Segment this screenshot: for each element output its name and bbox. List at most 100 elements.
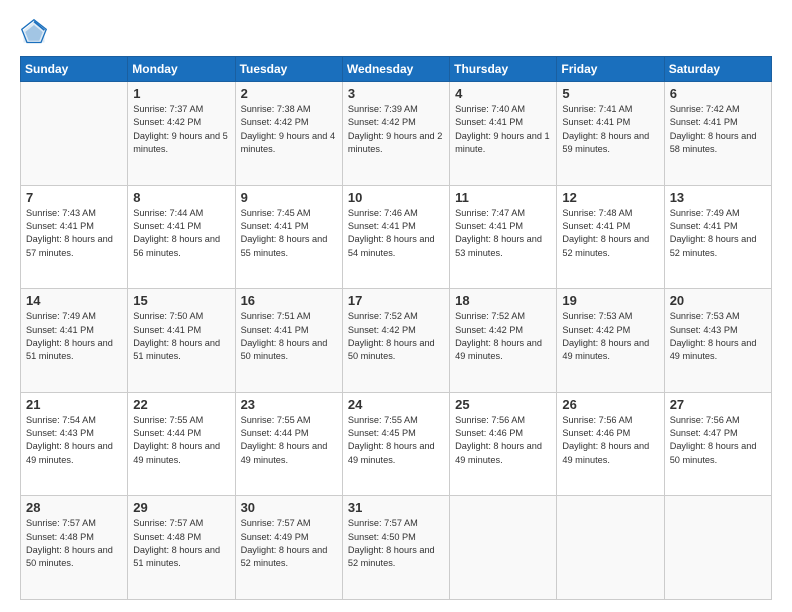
day-number: 14	[26, 293, 122, 308]
calendar-cell: 25 Sunrise: 7:56 AMSunset: 4:46 PMDayligh…	[450, 392, 557, 496]
calendar-cell: 27 Sunrise: 7:56 AMSunset: 4:47 PMDayligh…	[664, 392, 771, 496]
day-info: Sunrise: 7:53 AMSunset: 4:43 PMDaylight:…	[670, 310, 766, 363]
calendar-week-row: 14 Sunrise: 7:49 AMSunset: 4:41 PMDayligh…	[21, 289, 772, 393]
day-number: 12	[562, 190, 658, 205]
calendar-cell: 30 Sunrise: 7:57 AMSunset: 4:49 PMDayligh…	[235, 496, 342, 600]
calendar-cell: 22 Sunrise: 7:55 AMSunset: 4:44 PMDayligh…	[128, 392, 235, 496]
calendar-cell: 10 Sunrise: 7:46 AMSunset: 4:41 PMDayligh…	[342, 185, 449, 289]
day-number: 15	[133, 293, 229, 308]
top-section	[20, 18, 772, 46]
weekday-header-wednesday: Wednesday	[342, 57, 449, 82]
calendar-cell: 4Sunrise: 7:40 AMSunset: 4:41 PMDaylight…	[450, 82, 557, 186]
calendar-week-row: 21 Sunrise: 7:54 AMSunset: 4:43 PMDayligh…	[21, 392, 772, 496]
day-number: 30	[241, 500, 337, 515]
day-number: 31	[348, 500, 444, 515]
day-number: 16	[241, 293, 337, 308]
day-info: Sunrise: 7:39 AMSunset: 4:42 PMDaylight:…	[348, 103, 444, 156]
page: SundayMondayTuesdayWednesdayThursdayFrid…	[0, 0, 792, 612]
day-number: 29	[133, 500, 229, 515]
weekday-header-tuesday: Tuesday	[235, 57, 342, 82]
day-number: 17	[348, 293, 444, 308]
day-info: Sunrise: 7:41 AMSunset: 4:41 PMDaylight:…	[562, 103, 658, 156]
day-number: 23	[241, 397, 337, 412]
day-number: 3	[348, 86, 444, 101]
day-info: Sunrise: 7:47 AMSunset: 4:41 PMDaylight:…	[455, 207, 551, 260]
day-number: 22	[133, 397, 229, 412]
day-number: 21	[26, 397, 122, 412]
calendar-cell: 7Sunrise: 7:43 AMSunset: 4:41 PMDaylight…	[21, 185, 128, 289]
calendar-cell: 14 Sunrise: 7:49 AMSunset: 4:41 PMDayligh…	[21, 289, 128, 393]
day-info: Sunrise: 7:55 AMSunset: 4:44 PMDaylight:…	[133, 414, 229, 467]
day-info: Sunrise: 7:57 AMSunset: 4:49 PMDaylight:…	[241, 517, 337, 570]
day-info: Sunrise: 7:56 AMSunset: 4:46 PMDaylight:…	[455, 414, 551, 467]
day-number: 10	[348, 190, 444, 205]
day-info: Sunrise: 7:44 AMSunset: 4:41 PMDaylight:…	[133, 207, 229, 260]
day-info: Sunrise: 7:52 AMSunset: 4:42 PMDaylight:…	[455, 310, 551, 363]
calendar-week-row: 7Sunrise: 7:43 AMSunset: 4:41 PMDaylight…	[21, 185, 772, 289]
calendar-cell: 24Sunrise: 7:55 AMSunset: 4:45 PMDayligh…	[342, 392, 449, 496]
calendar-cell: 17Sunrise: 7:52 AMSunset: 4:42 PMDayligh…	[342, 289, 449, 393]
day-number: 2	[241, 86, 337, 101]
day-info: Sunrise: 7:53 AMSunset: 4:42 PMDaylight:…	[562, 310, 658, 363]
day-number: 9	[241, 190, 337, 205]
day-number: 26	[562, 397, 658, 412]
calendar-cell: 29 Sunrise: 7:57 AMSunset: 4:48 PMDayligh…	[128, 496, 235, 600]
day-number: 8	[133, 190, 229, 205]
day-info: Sunrise: 7:56 AMSunset: 4:47 PMDaylight:…	[670, 414, 766, 467]
calendar-cell: 13 Sunrise: 7:49 AMSunset: 4:41 PMDayligh…	[664, 185, 771, 289]
logo-icon	[20, 18, 48, 46]
day-info: Sunrise: 7:48 AMSunset: 4:41 PMDaylight:…	[562, 207, 658, 260]
day-number: 5	[562, 86, 658, 101]
calendar-cell	[557, 496, 664, 600]
logo	[20, 18, 52, 46]
day-info: Sunrise: 7:46 AMSunset: 4:41 PMDaylight:…	[348, 207, 444, 260]
day-info: Sunrise: 7:40 AMSunset: 4:41 PMDaylight:…	[455, 103, 551, 156]
calendar-cell: 26 Sunrise: 7:56 AMSunset: 4:46 PMDayligh…	[557, 392, 664, 496]
day-info: Sunrise: 7:57 AMSunset: 4:48 PMDaylight:…	[26, 517, 122, 570]
day-info: Sunrise: 7:49 AMSunset: 4:41 PMDaylight:…	[670, 207, 766, 260]
day-info: Sunrise: 7:55 AMSunset: 4:45 PMDaylight:…	[348, 414, 444, 467]
day-number: 19	[562, 293, 658, 308]
day-number: 7	[26, 190, 122, 205]
calendar-cell	[664, 496, 771, 600]
calendar-cell: 19 Sunrise: 7:53 AMSunset: 4:42 PMDayligh…	[557, 289, 664, 393]
day-info: Sunrise: 7:54 AMSunset: 4:43 PMDaylight:…	[26, 414, 122, 467]
day-info: Sunrise: 7:50 AMSunset: 4:41 PMDaylight:…	[133, 310, 229, 363]
day-info: Sunrise: 7:55 AMSunset: 4:44 PMDaylight:…	[241, 414, 337, 467]
calendar-cell: 8 Sunrise: 7:44 AMSunset: 4:41 PMDaylight…	[128, 185, 235, 289]
day-number: 25	[455, 397, 551, 412]
day-number: 20	[670, 293, 766, 308]
day-info: Sunrise: 7:51 AMSunset: 4:41 PMDaylight:…	[241, 310, 337, 363]
weekday-header-friday: Friday	[557, 57, 664, 82]
weekday-header-sunday: Sunday	[21, 57, 128, 82]
day-info: Sunrise: 7:49 AMSunset: 4:41 PMDaylight:…	[26, 310, 122, 363]
calendar-cell: 1Sunrise: 7:37 AMSunset: 4:42 PMDaylight…	[128, 82, 235, 186]
day-number: 13	[670, 190, 766, 205]
day-info: Sunrise: 7:45 AMSunset: 4:41 PMDaylight:…	[241, 207, 337, 260]
calendar-cell: 20 Sunrise: 7:53 AMSunset: 4:43 PMDayligh…	[664, 289, 771, 393]
calendar-cell: 11Sunrise: 7:47 AMSunset: 4:41 PMDayligh…	[450, 185, 557, 289]
calendar-cell: 12 Sunrise: 7:48 AMSunset: 4:41 PMDayligh…	[557, 185, 664, 289]
calendar-cell: 15 Sunrise: 7:50 AMSunset: 4:41 PMDayligh…	[128, 289, 235, 393]
weekday-header-monday: Monday	[128, 57, 235, 82]
day-info: Sunrise: 7:56 AMSunset: 4:46 PMDaylight:…	[562, 414, 658, 467]
calendar-cell: 18 Sunrise: 7:52 AMSunset: 4:42 PMDayligh…	[450, 289, 557, 393]
calendar-cell: 6Sunrise: 7:42 AMSunset: 4:41 PMDaylight…	[664, 82, 771, 186]
calendar-cell: 28 Sunrise: 7:57 AMSunset: 4:48 PMDayligh…	[21, 496, 128, 600]
day-info: Sunrise: 7:57 AMSunset: 4:50 PMDaylight:…	[348, 517, 444, 570]
calendar-cell: 21 Sunrise: 7:54 AMSunset: 4:43 PMDayligh…	[21, 392, 128, 496]
day-number: 28	[26, 500, 122, 515]
day-number: 1	[133, 86, 229, 101]
weekday-header-thursday: Thursday	[450, 57, 557, 82]
calendar-week-row: 1Sunrise: 7:37 AMSunset: 4:42 PMDaylight…	[21, 82, 772, 186]
calendar-cell	[21, 82, 128, 186]
day-info: Sunrise: 7:57 AMSunset: 4:48 PMDaylight:…	[133, 517, 229, 570]
weekday-header-row: SundayMondayTuesdayWednesdayThursdayFrid…	[21, 57, 772, 82]
calendar-cell: 2Sunrise: 7:38 AMSunset: 4:42 PMDaylight…	[235, 82, 342, 186]
day-number: 18	[455, 293, 551, 308]
calendar-cell: 16 Sunrise: 7:51 AMSunset: 4:41 PMDayligh…	[235, 289, 342, 393]
calendar-cell: 5 Sunrise: 7:41 AMSunset: 4:41 PMDaylight…	[557, 82, 664, 186]
day-number: 27	[670, 397, 766, 412]
calendar-week-row: 28 Sunrise: 7:57 AMSunset: 4:48 PMDayligh…	[21, 496, 772, 600]
calendar-cell: 9 Sunrise: 7:45 AMSunset: 4:41 PMDaylight…	[235, 185, 342, 289]
